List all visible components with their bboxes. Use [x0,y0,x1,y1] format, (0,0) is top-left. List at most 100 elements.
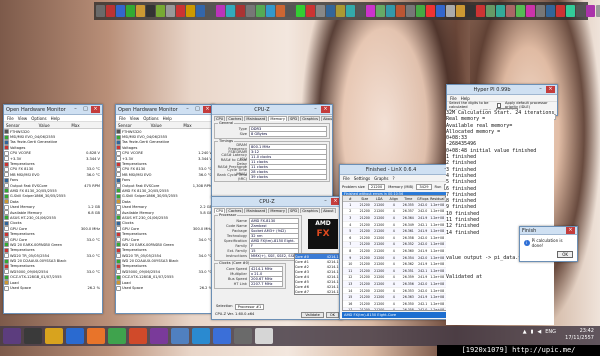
shortcut-icon[interactable] [566,5,575,17]
shortcut-icon[interactable] [266,5,275,17]
core-option[interactable]: Core #64214.1 MHz [295,284,342,289]
core-option[interactable]: Core #54214.1 MHz [295,279,342,284]
shortcut-icon[interactable] [556,5,565,17]
shortcut-icon[interactable] [526,5,535,17]
ok-button[interactable]: OK [325,312,339,318]
shortcut-icon[interactable] [596,5,600,17]
minimize-icon[interactable]: – [311,106,320,113]
taskbar-app-icon[interactable] [3,328,21,344]
shortcut-icon[interactable] [216,5,225,17]
sensor-row[interactable]: GPU Core 300.0 MHz [116,226,214,232]
shortcut-icon[interactable] [446,5,455,17]
table-row[interactable]: 102120021200426.362241.91.2e+083.5e-02 [343,261,459,268]
core-option[interactable]: Core #74214.1 MHz [295,289,342,294]
shortcut-icon[interactable] [126,5,135,17]
taskbar-app-icon[interactable] [234,328,252,344]
shortcut-icon[interactable] [466,5,475,17]
shortcut-icon[interactable] [116,5,125,17]
taskbar-app-icon[interactable] [45,328,63,344]
tab-spd[interactable]: SPD [287,116,300,121]
core-option[interactable]: Core #14214.1 MHz [295,259,342,264]
table-row[interactable]: 152120021200426.363241.91.2e+083.5e-02 [343,294,459,301]
column-header-value[interactable]: Value [149,123,182,128]
sensor-row[interactable]: MB MSI/MSI EVO 36.0 °C [4,172,102,178]
shortcut-icon[interactable] [496,5,505,17]
table-row[interactable]: 172120021200426.358242.01.2e+083.5e-02 [343,307,459,310]
cpuz-memory-titlebar[interactable]: CPU-Z – × [212,105,332,115]
taskbar-clock[interactable]: 23:42 17/11/2557 [565,328,594,342]
close-icon[interactable]: × [546,86,555,93]
ohm-titlebar-1[interactable]: Open Hardware Monitor – □ × [4,105,102,115]
table-row[interactable]: 142120021200426.353242.01.2e+083.5e-02 [343,288,459,295]
sensor-row[interactable]: Used Memory 1.2 GB [4,204,102,210]
tab-graphics[interactable]: Graphics [300,208,321,213]
minimize-icon[interactable]: – [536,86,545,93]
menu-item[interactable]: ? [392,176,394,181]
shortcut-icon[interactable] [96,5,105,17]
sensor-row[interactable]: GPU Core 33.0 °C [4,237,102,242]
shortcut-icon[interactable] [536,5,545,17]
sensor-row[interactable]: Used Space 26.2 % [4,285,102,291]
shortcut-icon[interactable] [516,5,525,17]
close-icon[interactable]: × [91,106,100,113]
taskbar-app-icon[interactable] [66,328,84,344]
table-row[interactable]: 72120021200426.352242.01.2e+083.5e-02 [343,241,459,249]
validate-button[interactable]: Validate [301,312,324,318]
shortcut-icon[interactable] [436,5,445,17]
close-icon[interactable]: × [321,106,330,113]
sensor-row[interactable]: WD20 TR_05/05/2554 34.0 °C [116,253,214,259]
table-row[interactable]: 52120021200426.361241.91.2e+083.5e-02 [343,228,459,235]
shortcut-icon[interactable] [166,5,175,17]
tab-memory[interactable]: Memory [268,208,287,213]
shortcut-icon[interactable] [106,5,115,17]
tab-mainboard[interactable]: Mainboard [244,116,268,121]
table-row[interactable]: 12120021200426.355242.01.2e+083.5e-02 [343,202,459,209]
table-row[interactable]: 62120021200426.358242.01.2e+083.5e-02 [343,235,459,242]
tray-up-arrow-icon[interactable]: ▲ [523,329,527,335]
minimize-icon[interactable]: – [71,106,80,113]
shortcut-icon[interactable] [406,5,415,17]
shortcut-icon[interactable] [426,5,435,17]
menu-item-view[interactable]: View [130,116,140,121]
core-option[interactable]: Core #24214.1 MHz [295,264,342,269]
shortcut-icon[interactable] [246,5,255,17]
menu-item[interactable]: File [343,176,350,181]
sensor-row[interactable]: Used Space 26.2 % [116,285,214,291]
shortcut-icon[interactable] [186,5,195,17]
hyperpi-titlebar[interactable]: Hyper PI 0.99b – × [447,85,557,95]
table-row[interactable]: 92120021200426.354242.01.2e+083.5e-02 [343,254,459,262]
column-header-sensor[interactable]: Sensor [116,123,149,128]
shortcut-icon[interactable] [156,5,165,17]
taskbar-app-icon[interactable] [192,328,210,344]
ohm-titlebar-2[interactable]: Open Hardware Monitor – □ × [116,105,214,115]
tab-mainboard[interactable]: Mainboard [244,208,268,213]
taskbar-app-icon[interactable] [150,328,168,344]
shortcut-icon[interactable] [276,5,285,17]
menu-item-view[interactable]: View [18,116,28,121]
column-header-sensor[interactable]: Sensor [4,123,37,128]
core-option[interactable]: Core #34214.1 MHz [295,269,342,274]
sensor-row[interactable]: CPU VCORE 1.240 V [116,150,214,156]
menu-item[interactable]: File [450,96,457,101]
tab-about[interactable]: About [321,116,332,121]
maximize-icon[interactable]: □ [81,106,90,113]
shortcut-icon[interactable] [576,5,585,17]
table-row[interactable]: 162120021200426.350242.11.2e+083.5e-02 [343,301,459,308]
menu-item-options[interactable]: Options [143,116,158,121]
taskbar-app-icon[interactable] [24,328,42,344]
shortcut-icon[interactable] [316,5,325,17]
finish-dialog-titlebar[interactable]: Finish × [520,227,577,235]
table-row[interactable]: 42120021200426.349242.11.2e+083.5e-02 [343,222,459,229]
menu-item-help[interactable]: Help [163,116,172,121]
menu-item[interactable]: Help [461,96,470,101]
shortcut-icon[interactable] [476,5,485,17]
close-icon[interactable]: × [566,227,575,234]
column-header-max[interactable]: Max [69,123,102,128]
menu-item-help[interactable]: Help [51,116,60,121]
shortcut-icon[interactable] [226,5,235,17]
sensor-row[interactable]: +3.3V 3.344 V [4,156,102,162]
shortcut-icon[interactable] [146,5,155,17]
tab-graphics[interactable]: Graphics [300,116,321,121]
minimize-icon[interactable]: – [183,106,192,113]
taskbar-app-icon[interactable] [171,328,189,344]
